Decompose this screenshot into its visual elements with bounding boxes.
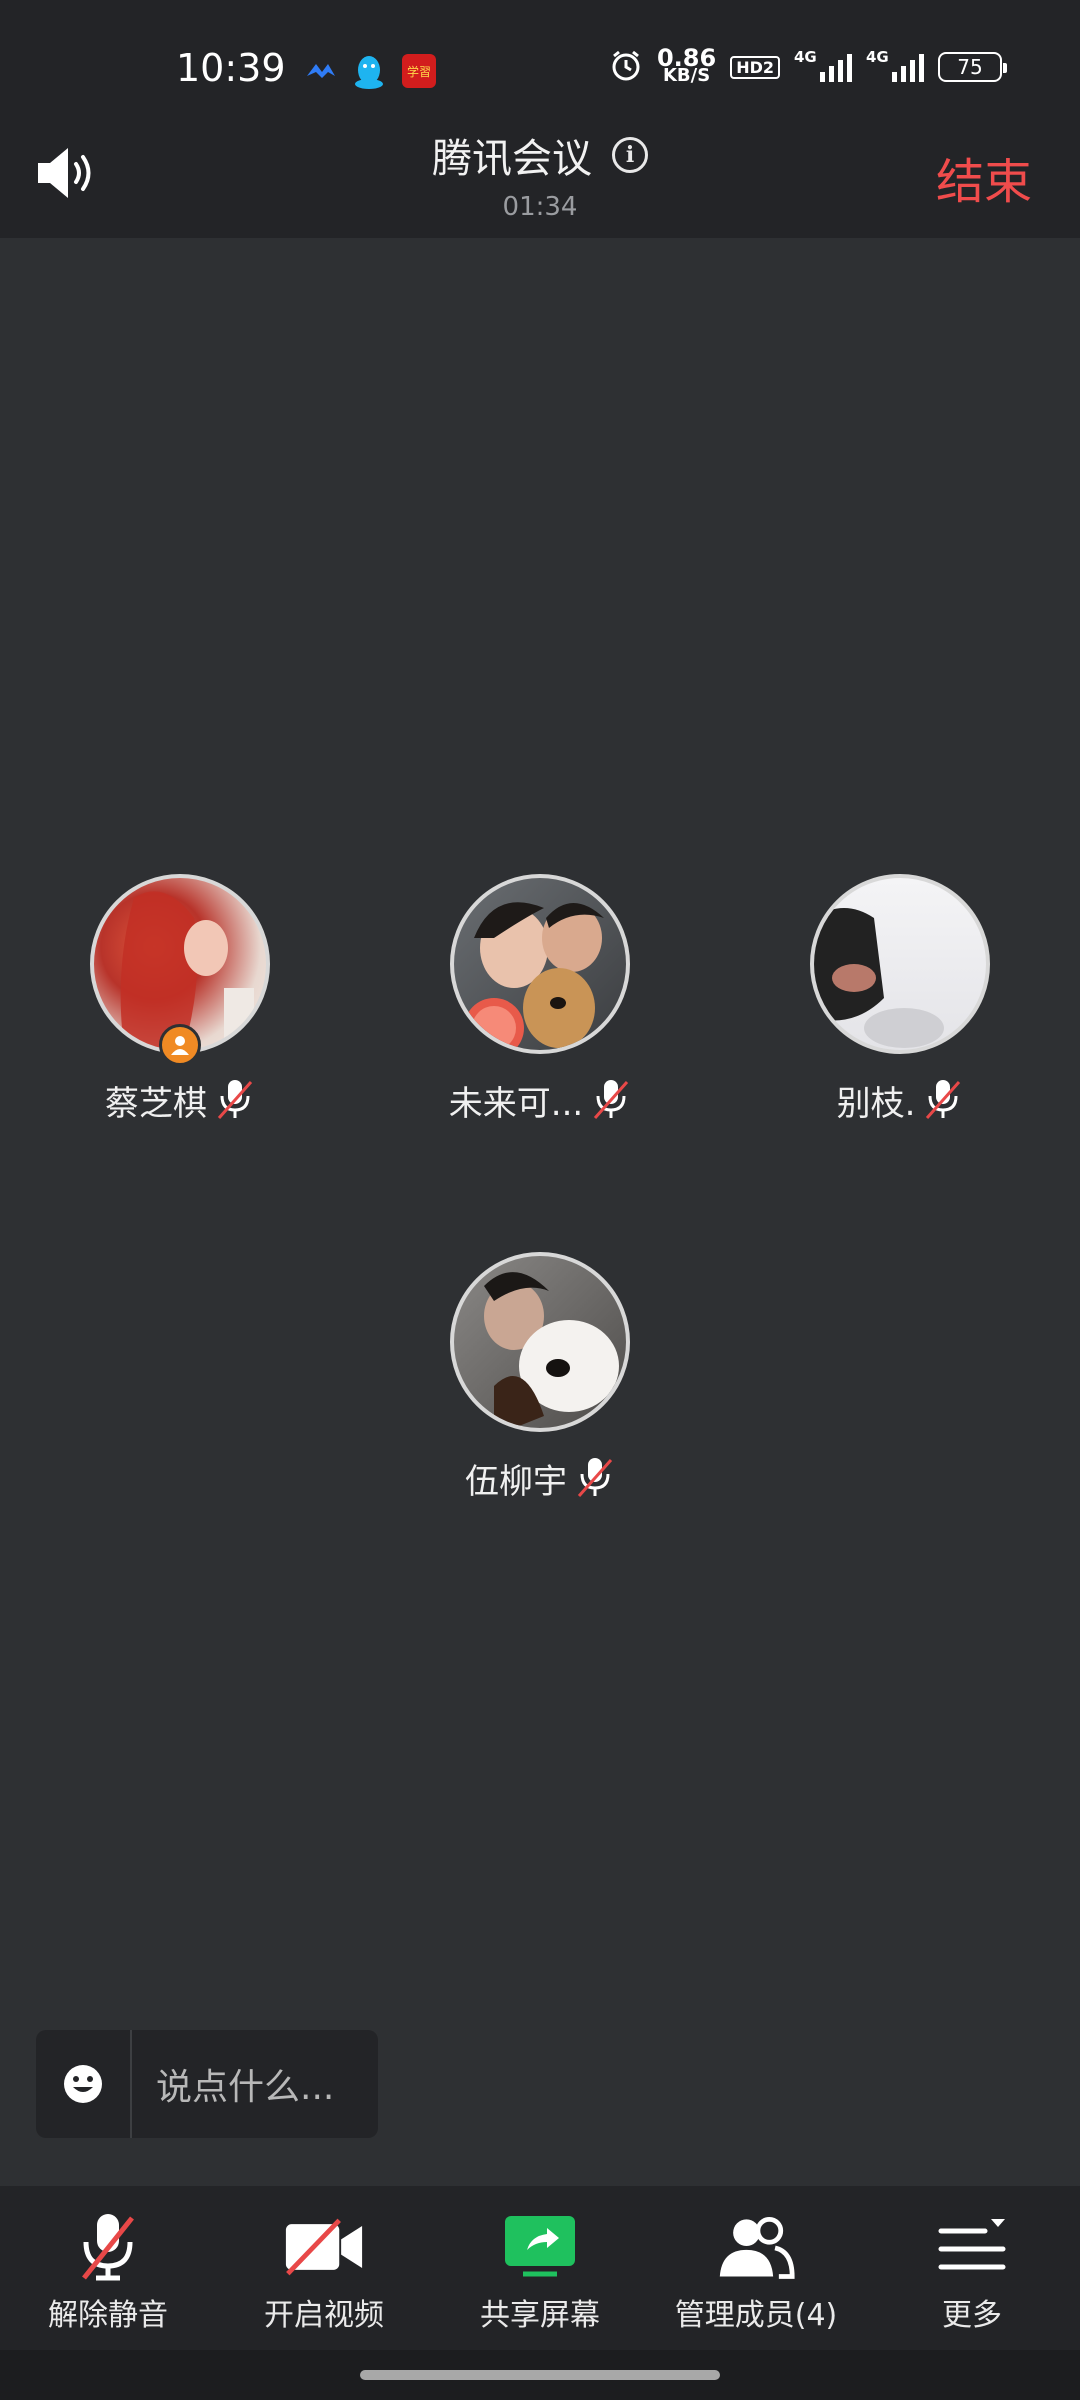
- mic-muted-icon: [575, 1456, 615, 1502]
- battery-level: 75: [957, 55, 983, 79]
- more-label: 更多: [942, 2298, 1002, 2333]
- chat-input-box[interactable]: 说点什么...: [36, 2030, 378, 2138]
- network-speed-unit: KB/S: [662, 65, 711, 86]
- start-video-button[interactable]: 开启视频: [216, 2186, 432, 2350]
- participant-name-row: 未来可...: [400, 1076, 680, 1125]
- participant-name: 未来可...: [448, 1084, 584, 1124]
- avatar: [810, 874, 990, 1054]
- xuexi-icon: 学習: [402, 54, 436, 88]
- participant-tile[interactable]: 蔡芝棋: [40, 874, 320, 1125]
- bottom-toolbar: 解除静音 开启视频 共享屏幕 管理成员(4) 更多: [0, 2186, 1080, 2350]
- hd-badge: HD2: [730, 55, 780, 79]
- meeting-title: 腾讯会议: [432, 136, 592, 182]
- unmute-label: 解除静音: [48, 2298, 168, 2333]
- signal-1-label: 4G: [794, 48, 817, 66]
- signal-4g-icon-2: 4G: [866, 48, 924, 82]
- members-icon: [716, 2212, 796, 2282]
- meeting-header: 腾讯会议 i 01:34 结束: [0, 110, 1080, 238]
- home-indicator[interactable]: [360, 2370, 720, 2380]
- status-time: 10:39: [176, 46, 286, 90]
- signal-4g-icon-1: 4G: [794, 48, 852, 82]
- participant-tile[interactable]: 伍柳宇: [400, 1252, 680, 1503]
- more-button[interactable]: 更多: [864, 2186, 1080, 2350]
- manage-members-label: 管理成员(4): [674, 2298, 838, 2333]
- info-icon[interactable]: i: [612, 137, 648, 173]
- feishu-icon: [304, 54, 338, 88]
- qq-icon: [352, 54, 386, 89]
- participant-tile[interactable]: 未来可...: [400, 874, 680, 1125]
- mic-muted-icon: [591, 1078, 631, 1124]
- host-badge-icon: [159, 1024, 201, 1066]
- avatar: [450, 1252, 630, 1432]
- emoji-icon[interactable]: [36, 2030, 132, 2138]
- more-menu-icon: [932, 2212, 1012, 2282]
- participant-name-row: 别枝.: [760, 1076, 1040, 1125]
- mic-muted-icon: [923, 1078, 963, 1124]
- xuexi-text: 学習: [406, 64, 431, 79]
- avatar: [450, 874, 630, 1054]
- mic-muted-icon: [215, 1078, 255, 1124]
- participant-name-row: 蔡芝棋: [40, 1076, 320, 1125]
- manage-members-button[interactable]: 管理成员(4): [648, 2186, 864, 2350]
- network-speed: 0.86 KB/S: [657, 46, 716, 86]
- alarm-icon: [609, 48, 643, 86]
- participant-name-row: 伍柳宇: [400, 1454, 680, 1503]
- chat-input-placeholder[interactable]: 说点什么...: [132, 2058, 334, 2110]
- participant-name: 别枝.: [836, 1084, 916, 1124]
- battery-icon: 75: [938, 52, 1007, 82]
- start-video-label: 开启视频: [264, 2298, 384, 2333]
- end-meeting-button[interactable]: 结束: [936, 142, 1032, 212]
- share-screen-icon: [500, 2212, 580, 2282]
- meeting-timer: 01:34: [502, 192, 578, 222]
- participant-name: 伍柳宇: [465, 1462, 567, 1502]
- meeting-title-block: 腾讯会议 i 01:34: [0, 126, 1080, 222]
- participant-name: 蔡芝棋: [105, 1084, 207, 1124]
- status-right-group: 0.86 KB/S HD2 4G 4G 75: [609, 46, 1007, 86]
- share-screen-label: 共享屏幕: [480, 2298, 600, 2333]
- unmute-button[interactable]: 解除静音: [0, 2186, 216, 2350]
- signal-2-label: 4G: [866, 48, 889, 66]
- mic-muted-icon: [68, 2212, 148, 2282]
- meeting-screen: 10:39 学習 0.86 KB/S HD2 4G 4G 75 腾讯会议 i 0…: [0, 0, 1080, 2400]
- participant-tile[interactable]: 别枝.: [760, 874, 1040, 1125]
- video-off-icon: [284, 2212, 364, 2282]
- share-screen-button[interactable]: 共享屏幕: [432, 2186, 648, 2350]
